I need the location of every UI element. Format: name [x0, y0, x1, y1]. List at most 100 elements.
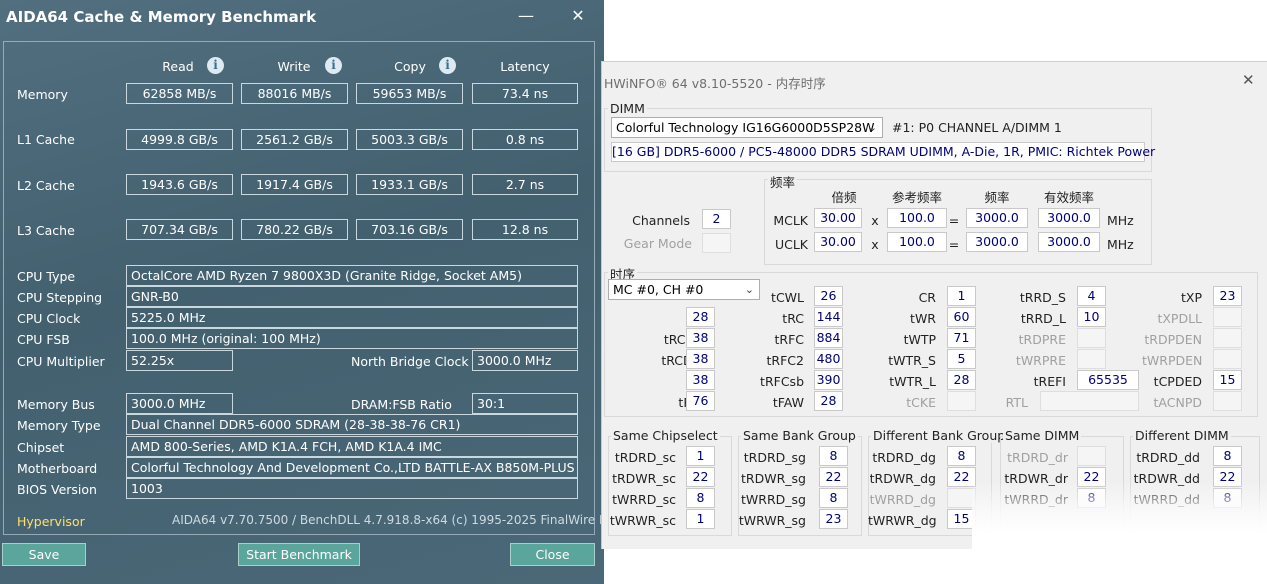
start-benchmark-button[interactable]: Start Benchmark — [238, 543, 360, 566]
timing-tWTP: 71 — [947, 328, 976, 348]
l1-read: 4999.8 GB/s — [126, 129, 233, 150]
l1-write: 2561.2 GB/s — [241, 129, 348, 150]
tWRWR_sc: 1 — [686, 509, 715, 529]
freq-header-mult: 倍频 — [831, 190, 857, 205]
col-copy: Copy — [394, 59, 426, 74]
timing-label-tFAW: tFAW — [772, 395, 804, 410]
nb-clock-value: 3000.0 MHz — [472, 350, 578, 371]
timing-label-tWRRD_sg: tWRRD_sg — [741, 492, 806, 507]
timing-label-tWRWR_sc: tWRWR_sc — [609, 513, 676, 528]
timing-label-tRDPRE: tRDPRE — [1018, 332, 1066, 347]
l2-read: 1943.6 GB/s — [126, 174, 233, 195]
timing-label-tRDWR_sg: tRDWR_sg — [741, 471, 806, 486]
same-dimm-title: Same DIMM — [1003, 428, 1082, 443]
same-chipselect-title: Same Chipselect — [611, 428, 720, 443]
chipset-value: AMD 800-Series, AMD K1A.4 FCH, AMD K1A.4… — [126, 436, 578, 457]
timing-tRFC2: 480 — [814, 349, 843, 369]
info-icon[interactable]: i — [325, 57, 342, 74]
l3-write: 780.22 GB/s — [241, 219, 348, 240]
minimize-button[interactable]: — — [514, 4, 538, 28]
timing-tRRD_L: 10 — [1077, 307, 1106, 327]
gear-mode-label: Gear Mode — [623, 236, 692, 251]
timing-tXPDLL — [1213, 307, 1242, 327]
memory-read: 62858 MB/s — [126, 83, 233, 104]
row-label-memory: Memory — [17, 87, 68, 102]
dimm-slot: #1: P0 CHANNEL A/DIMM 1 — [892, 120, 1062, 135]
uclk-x: x — [871, 237, 879, 252]
dimm-group-label: DIMM — [608, 101, 647, 116]
timing-label-tRDRD_sg: tRDRD_sg — [743, 450, 806, 465]
channels-label: Channels — [632, 213, 690, 228]
timing-label-tRDRD_dr: tRDRD_dr — [1007, 450, 1068, 465]
label-dram-ratio: DRAM:FSB Ratio — [351, 397, 452, 412]
aida64-window: AIDA64 Cache & Memory Benchmark — ✕ Read… — [0, 0, 604, 584]
timing-tCPDED: 15 — [1213, 370, 1242, 390]
label-bios: BIOS Version — [17, 482, 97, 497]
mclk-eq: = — [948, 213, 960, 228]
tWRRD_sg: 8 — [819, 488, 848, 508]
hwinfo-window: HWiNFO® 64 v8.10-5520 - 内存时序 ✕ DIMM Colo… — [601, 61, 1267, 549]
info-icon[interactable]: i — [439, 57, 456, 74]
timing-tCL: 28 — [686, 307, 715, 327]
timing-label-tRDRD_sc: tRDRD_sc — [614, 450, 676, 465]
close-icon[interactable]: ✕ — [1242, 71, 1255, 89]
fade-overlay — [972, 482, 1267, 549]
row-label-l3: L3 Cache — [17, 223, 75, 238]
timing-tRFCsb: 390 — [814, 370, 843, 390]
timing-tRCDwr: 38 — [686, 349, 715, 369]
timing-tWTR_S: 5 — [947, 349, 976, 369]
dimm-select[interactable]: Colorful Technology IG16G6000D5SP28W ⌄ — [611, 117, 883, 138]
timing-tRCDrd: 38 — [686, 328, 715, 348]
timing-label-tWTR_S: tWTR_S — [888, 353, 936, 368]
l3-latency: 12.8 ns — [472, 219, 578, 240]
timing-label-CR: CR — [918, 290, 936, 305]
timing-label-tRDWR_dg: tRDWR_dg — [869, 471, 936, 486]
mc-select[interactable]: MC #0, CH #0 ⌄ — [608, 279, 760, 300]
l2-write: 1917.4 GB/s — [241, 174, 348, 195]
uclk-unit: MHz — [1107, 237, 1134, 252]
timing-RTL — [1040, 391, 1139, 411]
memory-latency: 73.4 ns — [472, 83, 578, 104]
uclk-eq: = — [948, 237, 960, 252]
timing-tXP: 23 — [1213, 286, 1242, 306]
label-cpu-type: CPU Type — [17, 269, 76, 284]
mclk-ref: 100.0 — [887, 208, 947, 228]
close-button[interactable]: Close — [510, 543, 595, 566]
memory-copy: 59653 MB/s — [356, 83, 463, 104]
timing-tRFC: 884 — [814, 328, 843, 348]
mclk-label: MCLK — [773, 213, 808, 228]
chevron-down-icon: ⌄ — [867, 121, 877, 134]
close-icon[interactable]: ✕ — [566, 4, 590, 28]
diff-bank-group-title: Different Bank Group — [871, 428, 1008, 443]
uclk-ref: 100.0 — [887, 232, 947, 252]
col-read: Read — [162, 59, 194, 74]
mclk-eff: 3000.0 — [1038, 208, 1100, 228]
tRDWR_sg: 22 — [819, 467, 848, 487]
timing-label-tRRD_S: tRRD_S — [1019, 290, 1066, 305]
timing-tCWL: 26 — [814, 286, 843, 306]
col-write: Write — [277, 59, 311, 74]
timing-tRP: 38 — [686, 370, 715, 390]
cpu-type-value: OctalCore AMD Ryzen 7 9800X3D (Granite R… — [126, 265, 578, 286]
freq-header-freq: 频率 — [984, 190, 1010, 205]
timing-label-tWRRD_dg: tWRRD_dg — [869, 492, 936, 507]
save-button[interactable]: Save — [2, 543, 86, 566]
cpu-clock-value: 5225.0 MHz — [126, 307, 578, 328]
uclk-label: UCLK — [774, 237, 808, 252]
l2-copy: 1933.1 GB/s — [356, 174, 463, 195]
timing-label-tRDRD_dg: tRDRD_dg — [872, 450, 936, 465]
cpu-fsb-value: 100.0 MHz (original: 100 MHz) — [126, 328, 578, 349]
mclk-unit: MHz — [1107, 213, 1134, 228]
info-icon[interactable]: i — [207, 57, 224, 74]
tWRRD_sc: 8 — [686, 488, 715, 508]
timing-label-tRFC2: tRFC2 — [766, 353, 804, 368]
timing-label-tWTP: tWTP — [903, 332, 936, 347]
timing-label-tCWL: tCWL — [771, 290, 804, 305]
timing-label-tWRPRE: tWRPRE — [1015, 353, 1066, 368]
tWRWR_sg: 23 — [819, 509, 848, 529]
timing-tWRPRE — [1077, 349, 1106, 369]
label-nb-clock: North Bridge Clock — [351, 354, 469, 369]
dimm-description: [16 GB] DDR5-6000 / PC5-48000 DDR5 SDRAM… — [611, 142, 1155, 162]
mclk-mult: 30.00 — [814, 208, 862, 228]
tRDRD_sc: 1 — [686, 446, 715, 466]
